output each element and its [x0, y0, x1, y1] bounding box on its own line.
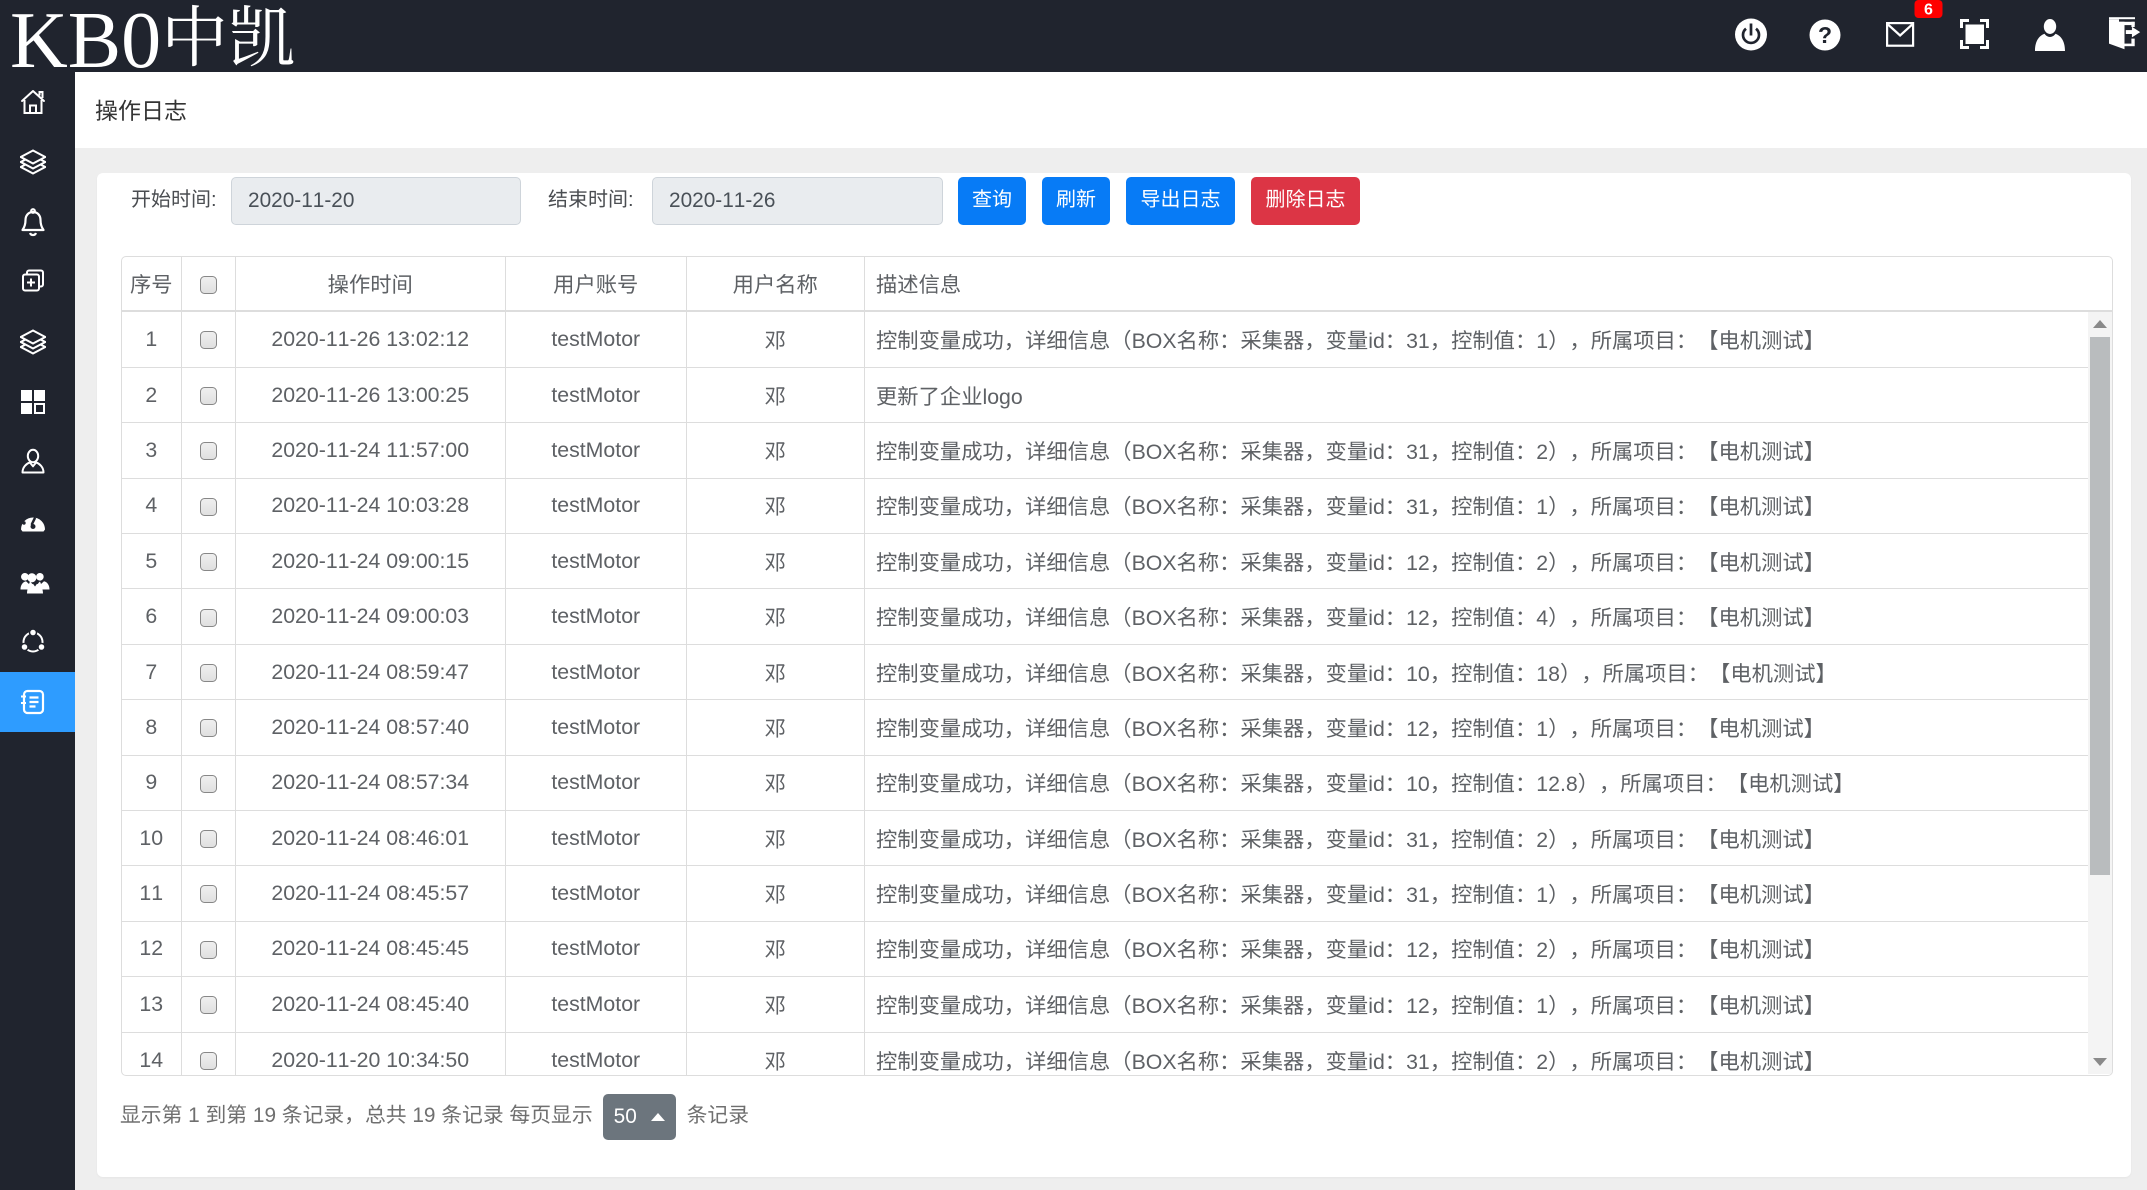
svg-text:?: ? — [1818, 22, 1832, 48]
svg-text:6: 6 — [1924, 2, 1933, 19]
